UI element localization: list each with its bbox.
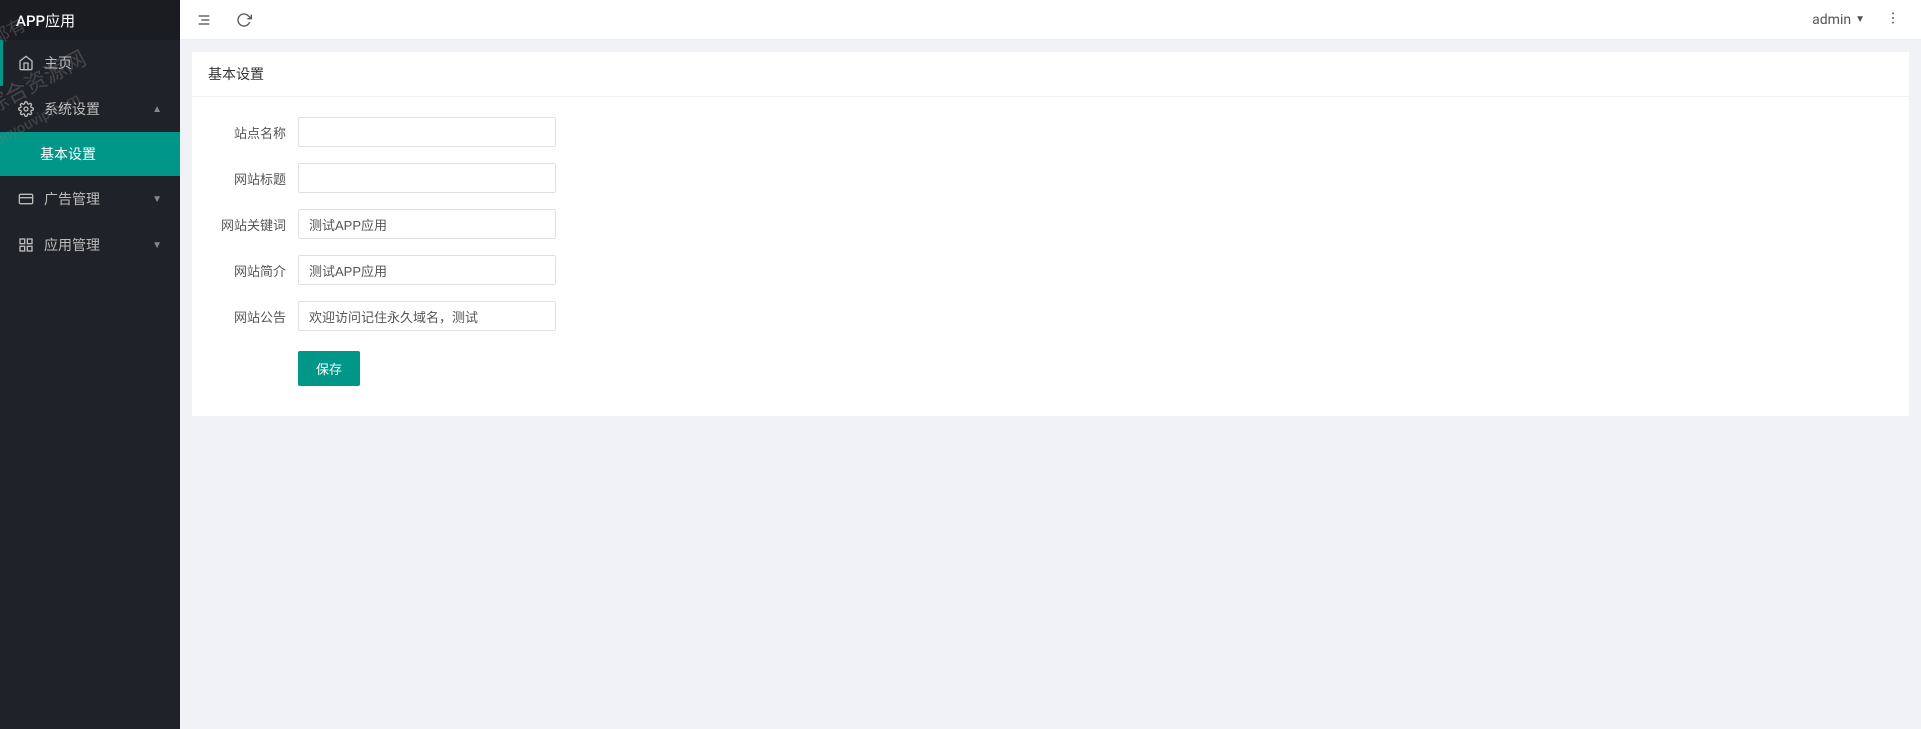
form-row-site-notice: 网站公告 [208,301,1893,331]
apps-icon [18,237,34,253]
header-left [196,12,252,28]
gear-icon [18,101,34,117]
caret-down-icon: ▼ [1855,14,1865,25]
form-actions: 保存 [208,351,1893,386]
menu-toggle-icon[interactable] [196,12,212,28]
form-row-site-keywords: 网站关键词 [208,209,1893,239]
chevron-down-icon: ▼ [152,194,162,205]
home-icon [18,55,34,71]
app-title: APP应用 [16,10,75,31]
sidebar-item-apps[interactable]: 应用管理 ▼ [0,222,180,268]
header-right: admin ▼ [1812,10,1905,30]
input-site-keywords[interactable] [298,209,556,239]
card-title: 基本设置 [192,52,1909,97]
label-site-name: 站点名称 [208,123,298,142]
app-logo: APP应用 [0,0,180,40]
form-row-site-title: 网站标题 [208,163,1893,193]
user-name: admin [1812,12,1851,28]
main: admin ▼ 基本设置 站点名称 网站标题 [180,0,1921,729]
ad-icon [18,191,34,207]
form-row-site-name: 站点名称 [208,117,1893,147]
label-site-notice: 网站公告 [208,307,298,326]
sidebar-item-label: 主页 [44,53,162,73]
content: 基本设置 站点名称 网站标题 网站关键词 网站 [180,40,1921,729]
input-site-name[interactable] [298,117,556,147]
label-site-keywords: 网站关键词 [208,215,298,234]
sidebar: APP应用 都有 综合资源网 duyouvip.com 主页 系统设置 ▲ [0,0,180,729]
chevron-down-icon: ▼ [152,240,162,251]
header: admin ▼ [180,0,1921,40]
more-icon[interactable] [1881,10,1905,30]
refresh-icon[interactable] [236,12,252,28]
sidebar-subitem-label: 基本设置 [40,144,96,164]
card-body: 站点名称 网站标题 网站关键词 网站简介 [192,97,1909,416]
sidebar-item-label: 广告管理 [44,189,152,209]
sidebar-item-ads[interactable]: 广告管理 ▼ [0,176,180,222]
label-site-desc: 网站简介 [208,261,298,280]
save-button[interactable]: 保存 [298,351,360,386]
user-menu[interactable]: admin ▼ [1812,12,1865,28]
sidebar-item-label: 系统设置 [44,99,152,119]
chevron-up-icon: ▲ [152,104,162,115]
sidebar-menu: 主页 系统设置 ▲ 基本设置 广告管理 ▼ [0,40,180,268]
settings-card: 基本设置 站点名称 网站标题 网站关键词 网站 [192,52,1909,416]
label-site-title: 网站标题 [208,169,298,188]
form-row-site-desc: 网站简介 [208,255,1893,285]
sidebar-item-system[interactable]: 系统设置 ▲ [0,86,180,132]
sidebar-item-home[interactable]: 主页 [0,40,180,86]
input-site-desc[interactable] [298,255,556,285]
sidebar-subitem-basic-settings[interactable]: 基本设置 [0,132,180,176]
sidebar-item-label: 应用管理 [44,235,152,255]
input-site-notice[interactable] [298,301,556,331]
input-site-title[interactable] [298,163,556,193]
